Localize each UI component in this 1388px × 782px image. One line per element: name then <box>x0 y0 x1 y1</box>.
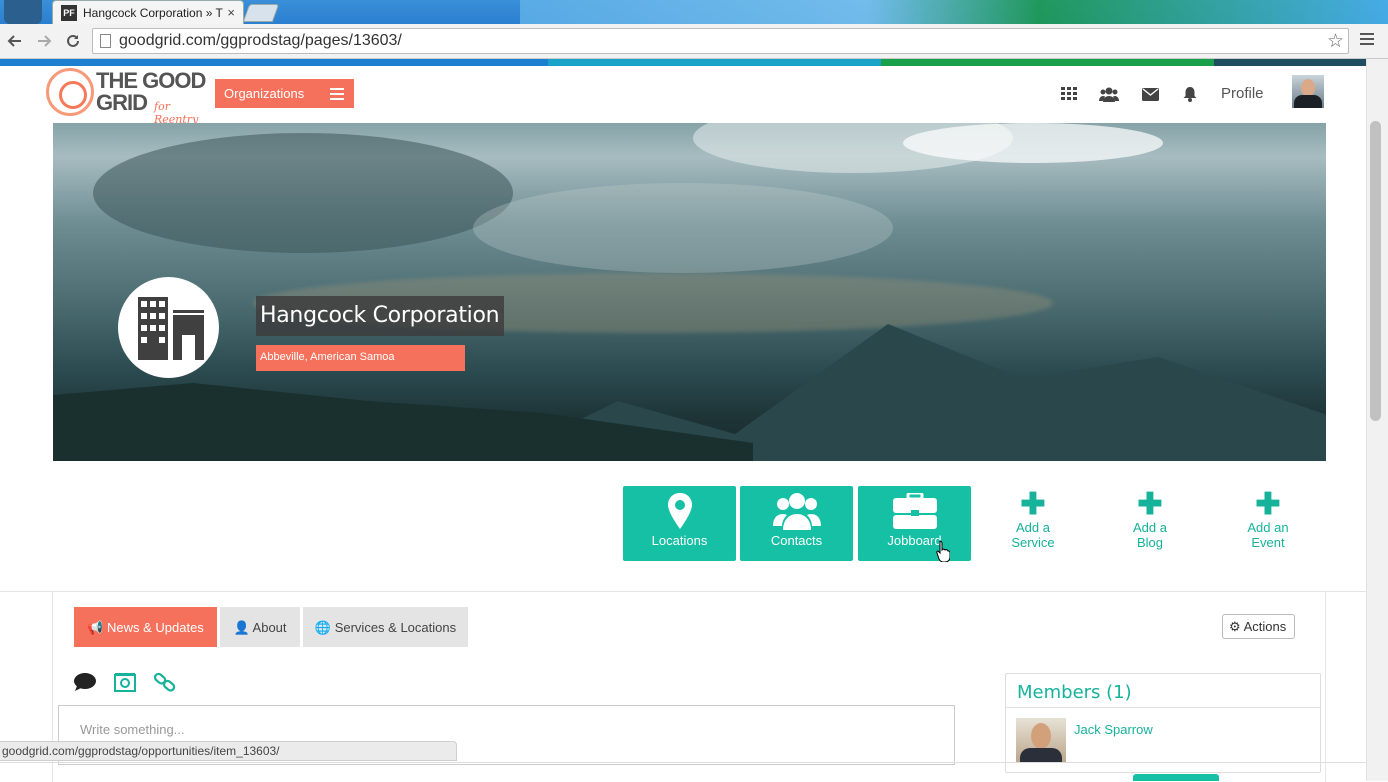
map-marker-icon <box>623 492 736 530</box>
plus-icon: ✚ <box>1020 488 1046 521</box>
add-blog-line1: Add a <box>1133 520 1167 535</box>
envelope-icon[interactable] <box>1140 84 1160 104</box>
browser-tab[interactable]: PF Hangcock Corporation » T × <box>52 0 244 24</box>
comment-icon[interactable] <box>73 670 97 694</box>
favicon-icon: PF <box>61 4 77 21</box>
organization-location: Abbeville, American Samoa <box>256 345 465 371</box>
grid-icon[interactable] <box>1059 84 1079 104</box>
avatar[interactable] <box>1292 75 1324 108</box>
building-icon <box>138 297 168 360</box>
goodgrid-logo[interactable]: THE GOOD GRID for Reentry <box>46 68 206 126</box>
hand-cursor-icon <box>936 540 950 562</box>
tab-news-label: News & Updates <box>106 620 204 635</box>
add-event-line2: Event <box>1251 535 1285 550</box>
organization-avatar <box>118 277 219 378</box>
organizations-label: Organizations <box>224 86 305 101</box>
browser-menu-icon[interactable] <box>1360 33 1374 47</box>
group-icon <box>740 492 853 530</box>
tab-services-locations[interactable]: 🌐 Services & Locations <box>303 607 468 647</box>
bookmark-star-icon[interactable]: ☆ <box>1327 30 1344 53</box>
contacts-tile[interactable]: Contacts <box>740 486 853 561</box>
user-icon: 👤 <box>233 620 250 635</box>
link-icon[interactable] <box>153 670 177 694</box>
add-event-line1: Add an <box>1247 520 1289 535</box>
globe-icon: 🌐 <box>314 620 332 635</box>
forward-icon[interactable] <box>33 30 55 52</box>
actions-label: Actions <box>1243 619 1287 634</box>
tab-about[interactable]: 👤 About <box>220 607 300 647</box>
plus-icon: ✚ <box>1137 488 1163 521</box>
hamburger-icon <box>330 88 344 103</box>
logo-text-1: THE GOOD <box>96 68 206 93</box>
tab-news-updates[interactable]: 📢 News & Updates <box>74 607 217 647</box>
logo-text-2: GRID <box>96 90 148 115</box>
tab-title: Hangcock Corporation » T <box>83 5 223 20</box>
organization-name: Hangcock Corporation <box>256 296 505 336</box>
brand-stripe <box>0 59 1366 66</box>
actions-button[interactable]: ⚙ Actions <box>1222 614 1295 639</box>
gears-icon: ⚙ <box>1229 619 1241 634</box>
users-icon[interactable] <box>1099 84 1119 104</box>
add-service-line1: Add a <box>1016 520 1050 535</box>
bullhorn-icon: 📢 <box>87 620 104 635</box>
page-scrollbar[interactable] <box>1366 59 1388 781</box>
bottom-button[interactable] <box>1133 774 1219 781</box>
reload-icon[interactable] <box>62 30 84 52</box>
close-icon[interactable]: × <box>227 5 235 20</box>
add-event-button[interactable]: ✚ Add an Event <box>1228 488 1308 551</box>
avatar[interactable] <box>1016 718 1066 763</box>
members-panel: Members (1) Jack Sparrow <box>1005 673 1321 773</box>
scrollbar-thumb[interactable] <box>1370 121 1381 421</box>
browser-tabbar: PF Hangcock Corporation » T × <box>0 0 1388 24</box>
member-name[interactable]: Jack Sparrow <box>1074 722 1153 737</box>
back-icon[interactable] <box>4 30 26 52</box>
profile-link[interactable]: Profile <box>1221 85 1264 102</box>
locations-tile[interactable]: Locations <box>623 486 736 561</box>
logo-flower-icon <box>46 68 94 116</box>
add-service-line2: Service <box>1011 535 1055 550</box>
bottom-rule <box>0 762 1366 763</box>
contacts-label: Contacts <box>770 533 823 548</box>
jobboard-label: Jobboard <box>887 533 942 548</box>
organizations-menu-button[interactable]: Organizations <box>215 79 354 108</box>
cover-photo <box>53 123 1326 461</box>
browser-toolbar: goodgrid.com/ggprodstag/pages/13603/ ☆ <box>0 24 1388 59</box>
add-blog-button[interactable]: ✚ Add a Blog <box>1110 488 1190 551</box>
content-border-right <box>1325 592 1326 782</box>
add-blog-line2: Blog <box>1136 535 1164 550</box>
tabbar-background <box>520 0 1388 24</box>
tab-services-label: Services & Locations <box>334 620 457 635</box>
browser-avatar-icon[interactable] <box>4 0 42 24</box>
tab-about-label: About <box>252 620 287 635</box>
new-tab-button[interactable] <box>242 4 280 22</box>
browser-status-bar: goodgrid.com/ggprodstag/opportunities/it… <box>0 741 457 761</box>
bell-icon[interactable] <box>1180 84 1200 104</box>
site-header: THE GOOD GRID for Reentry Organizations … <box>0 66 1366 126</box>
jobboard-tile[interactable]: Jobboard <box>858 486 971 561</box>
plus-icon: ✚ <box>1255 488 1281 521</box>
section-divider <box>0 591 1366 592</box>
briefcase-icon <box>858 492 971 530</box>
address-bar[interactable]: goodgrid.com/ggprodstag/pages/13603/ ☆ <box>92 28 1349 54</box>
photo-icon[interactable] <box>113 670 137 694</box>
members-title: Members (1) <box>1006 674 1320 708</box>
add-service-button[interactable]: ✚ Add a Service <box>993 488 1073 551</box>
locations-label: Locations <box>651 533 708 548</box>
page-icon <box>100 34 111 48</box>
url-text: goodgrid.com/ggprodstag/pages/13603/ <box>119 32 402 49</box>
